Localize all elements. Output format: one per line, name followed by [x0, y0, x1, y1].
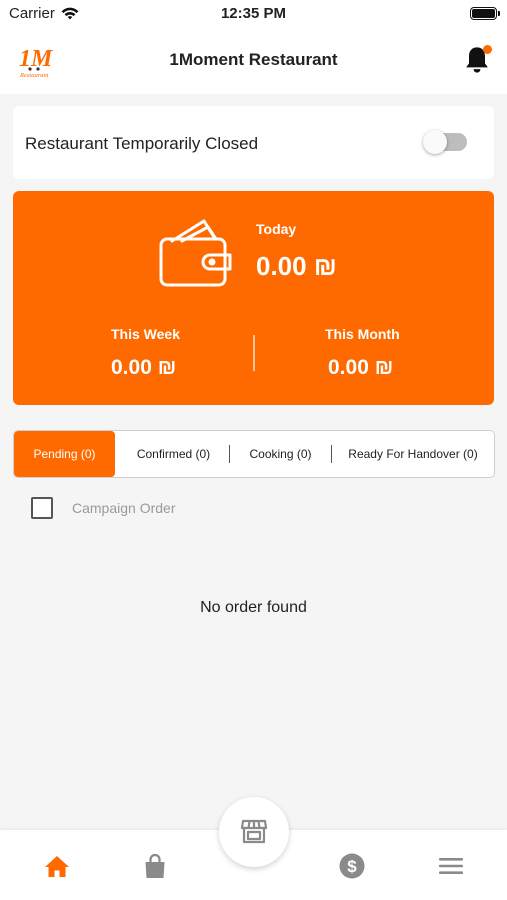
earnings-card: Today 0.00 ₪ This Week 0.00 ₪ This Month…	[13, 191, 494, 405]
wallet-icon	[159, 219, 232, 287]
status-bar: Carrier 12:35 PM	[0, 0, 507, 30]
shopping-bag-icon[interactable]	[141, 852, 169, 880]
logo-text: Restaurant	[19, 72, 49, 79]
menu-icon[interactable]	[437, 852, 465, 880]
campaign-order-checkbox[interactable]	[31, 497, 53, 519]
app-header: 1M Restaurant 1Moment Restaurant	[0, 30, 507, 94]
earnings-divider	[253, 335, 255, 371]
tab-cooking[interactable]: Cooking (0)	[230, 431, 331, 477]
store-button[interactable]	[219, 797, 289, 867]
temporarily-closed-label: Restaurant Temporarily Closed	[25, 134, 259, 153]
dollar-icon[interactable]: $	[338, 852, 366, 880]
this-week-label: This Week	[111, 326, 180, 342]
this-month-label: This Month	[325, 326, 400, 342]
today-amount: 0.00 ₪	[256, 251, 337, 281]
store-icon	[240, 819, 268, 844]
tab-ready-for-handover[interactable]: Ready For Handover (0)	[332, 431, 494, 477]
this-week-amount: 0.00 ₪	[111, 356, 177, 379]
toggle-knob[interactable]	[423, 130, 447, 154]
home-icon[interactable]	[43, 852, 71, 880]
page-title: 1Moment Restaurant	[169, 50, 338, 69]
svg-text:$: $	[347, 857, 357, 876]
battery-icon	[470, 7, 500, 20]
order-status-tabs: Pending (0) Confirmed (0) Cooking (0) Re…	[13, 430, 495, 478]
empty-state-message: No order found	[200, 599, 307, 616]
temporarily-closed-toggle[interactable]	[423, 130, 467, 154]
tab-confirmed[interactable]: Confirmed (0)	[118, 431, 229, 477]
tab-pending[interactable]: Pending (0)	[14, 431, 115, 477]
today-label: Today	[256, 221, 297, 237]
status-time: 12:35 PM	[220, 5, 287, 22]
campaign-order-label[interactable]: Campaign Order	[72, 500, 176, 516]
this-month-amount: 0.00 ₪	[328, 356, 394, 379]
temporarily-closed-card: Restaurant Temporarily Closed	[13, 106, 494, 179]
notification-badge	[483, 45, 492, 54]
